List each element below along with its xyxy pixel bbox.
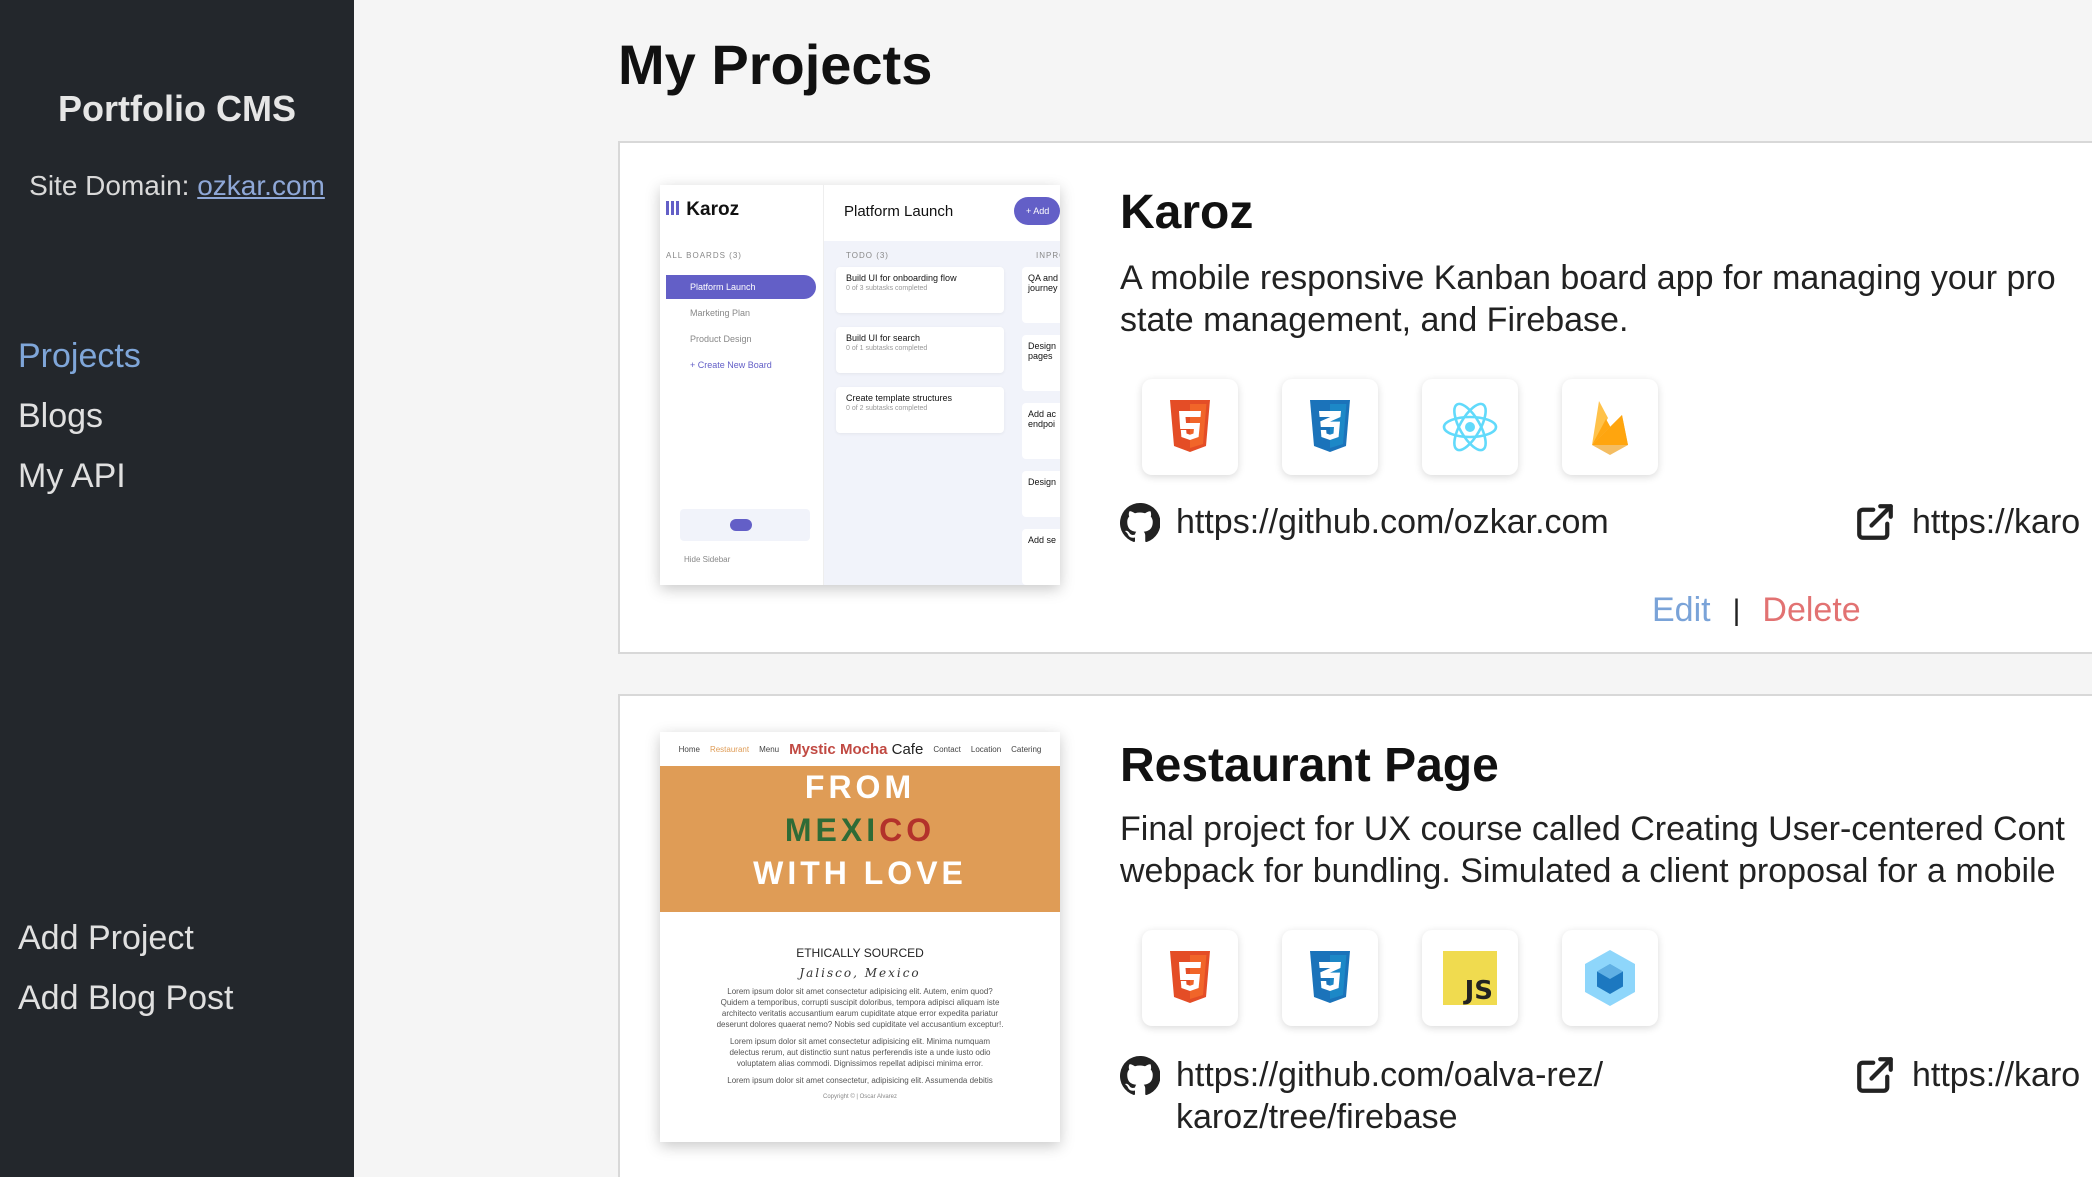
kanban-task-card: Build UI for onboarding flow 0 of 3 subta… bbox=[836, 267, 1004, 313]
site-domain: Site Domain: ozkar.com bbox=[0, 170, 354, 202]
kanban-task-card: Design pages bbox=[1022, 335, 1060, 391]
project-thumbnail[interactable]: Karoz ALL BOARDS (3) Platform Launch Mar… bbox=[660, 185, 1060, 585]
kanban-task-card: Create template structures 0 of 2 subtask… bbox=[836, 387, 1004, 433]
sidebar-actions: Add Project Add Blog Post bbox=[18, 914, 233, 1034]
kanban-task-card: Design bbox=[1022, 471, 1060, 517]
edit-button[interactable]: Edit bbox=[1652, 591, 1711, 630]
kanban-add-button: + Add bbox=[1014, 197, 1060, 225]
kanban-board-item: Platform Launch bbox=[666, 275, 816, 299]
site-domain-link[interactable]: ozkar.com bbox=[197, 170, 325, 201]
github-icon bbox=[1120, 1056, 1160, 1096]
page-title: My Projects bbox=[618, 33, 933, 96]
tech-stack bbox=[1142, 379, 1658, 475]
external-link-icon bbox=[1857, 504, 1893, 540]
sidebar-nav: Projects Blogs My API bbox=[18, 332, 141, 512]
kanban-logo: Karoz bbox=[666, 199, 739, 221]
live-link[interactable]: https://karo bbox=[1854, 1054, 2080, 1096]
external-link-icon bbox=[1857, 1057, 1893, 1093]
live-link[interactable]: https://karo bbox=[1854, 501, 2080, 543]
kanban-sidebar: Karoz ALL BOARDS (3) Platform Launch Mar… bbox=[660, 185, 824, 585]
firebase-icon bbox=[1562, 379, 1658, 475]
project-card: Home Restaurant Menu Mystic Mocha Cafe C… bbox=[618, 694, 2092, 1177]
site-domain-label: Site Domain: bbox=[29, 170, 198, 201]
project-thumbnail[interactable]: Home Restaurant Menu Mystic Mocha Cafe C… bbox=[660, 732, 1060, 1142]
kanban-board-item: Marketing Plan bbox=[690, 308, 751, 318]
restaurant-hero: FROM MEXICO WITH LOVE bbox=[660, 766, 1060, 912]
project-description: A mobile responsive Kanban board app for… bbox=[1120, 259, 2056, 339]
kanban-task-card: Add ac endpoi bbox=[1022, 403, 1060, 459]
react-icon bbox=[1422, 379, 1518, 475]
project-title: Karoz bbox=[1120, 186, 1254, 239]
github-url: https://github.com/ozkar.com bbox=[1176, 503, 1609, 541]
css3-icon bbox=[1282, 379, 1378, 475]
restaurant-body: ETHICALLY SOURCED Jalisco, Mexico Lorem … bbox=[660, 912, 1060, 1142]
kanban-task-card: Add se bbox=[1022, 529, 1060, 585]
brand-title: Portfolio CMS bbox=[58, 88, 296, 129]
github-link[interactable]: https://github.com/ozkar.com bbox=[1120, 501, 1616, 543]
add-project-link[interactable]: Add Project bbox=[18, 914, 233, 974]
live-url: https://karo bbox=[1912, 1056, 2081, 1094]
github-icon bbox=[1120, 503, 1160, 543]
project-title: Restaurant Page bbox=[1120, 739, 1499, 792]
kanban-theme-toggle bbox=[680, 509, 810, 541]
kanban-hide-sidebar: Hide Sidebar bbox=[684, 555, 731, 564]
kanban-task-card: Build UI for search 0 of 1 subtasks compl… bbox=[836, 327, 1004, 373]
kanban-board-item: + Create New Board bbox=[690, 360, 772, 370]
sidebar-item-my-api[interactable]: My API bbox=[18, 452, 141, 512]
javascript-icon: JS bbox=[1422, 930, 1518, 1026]
project-card: Karoz ALL BOARDS (3) Platform Launch Mar… bbox=[618, 141, 2092, 654]
restaurant-nav: Home Restaurant Menu Mystic Mocha Cafe C… bbox=[678, 740, 1042, 758]
tech-stack: JS bbox=[1142, 930, 1658, 1026]
css3-icon bbox=[1282, 930, 1378, 1026]
live-url: https://karo bbox=[1912, 503, 2081, 541]
sidebar-item-blogs[interactable]: Blogs bbox=[18, 392, 141, 452]
add-blog-post-link[interactable]: Add Blog Post bbox=[18, 974, 233, 1034]
webpack-icon bbox=[1562, 930, 1658, 1026]
kanban-inprogress-label: INPROG bbox=[1036, 251, 1060, 260]
kanban-boards-label: ALL BOARDS (3) bbox=[666, 251, 742, 260]
kanban-columns: TODO (3) INPROG Build UI for onboarding … bbox=[824, 241, 1060, 585]
html5-icon bbox=[1142, 379, 1238, 475]
sidebar: Portfolio CMS Site Domain: ozkar.com Pro… bbox=[0, 0, 354, 1177]
sidebar-item-projects[interactable]: Projects bbox=[18, 332, 141, 392]
svg-text:JS: JS bbox=[1463, 976, 1493, 1005]
html5-icon bbox=[1142, 930, 1238, 1026]
github-url: https://github.com/oalva-rez/karoz/tree/… bbox=[1176, 1056, 1604, 1136]
kanban-header: Platform Launch bbox=[844, 203, 954, 220]
action-separator: | bbox=[1732, 593, 1741, 627]
project-description: Final project for UX course called Creat… bbox=[1120, 810, 2065, 890]
delete-button[interactable]: Delete bbox=[1762, 591, 1860, 630]
github-link[interactable]: https://github.com/oalva-rez/karoz/tree/… bbox=[1120, 1054, 1616, 1138]
project-actions: Edit | Delete bbox=[1652, 591, 1861, 630]
kanban-task-card: QA and journey bbox=[1022, 267, 1060, 323]
kanban-board-item: Product Design bbox=[690, 334, 752, 344]
kanban-todo-label: TODO (3) bbox=[846, 251, 889, 260]
